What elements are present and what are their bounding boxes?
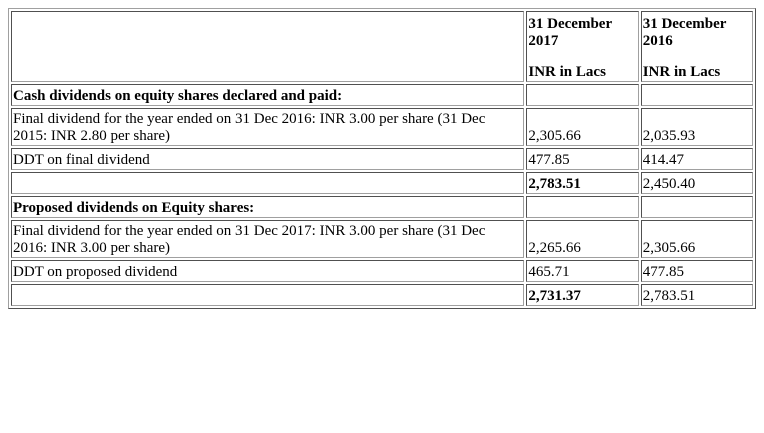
section-heading-proposed-dividends: Proposed dividends on Equity shares: [11,196,525,218]
header-2017-cell: 31 December 2017 INR in Lacs [526,11,639,82]
row-description [11,172,525,194]
table-row: Cash dividends on equity shares declared… [11,84,753,106]
row-description: Final dividend for the year ended on 31 … [11,220,525,258]
value-2016-cell: 2,305.66 [640,220,753,258]
subtotal-2017-cell: 2,783.51 [526,172,639,194]
subtotal-2017-cell: 2,731.37 [526,284,639,306]
row-description [11,284,525,306]
table-row: Final dividend for the year ended on 31 … [11,220,753,258]
value-2016-cell: 414.47 [640,148,753,170]
header-2016-unit: INR in Lacs [642,64,721,80]
value-2016-cell: 477.85 [640,260,753,282]
section-heading-cash-dividends: Cash dividends on equity shares declared… [11,84,525,106]
subtotal-2016-cell: 2,783.51 [640,284,753,306]
value-2017-cell: 477.85 [526,148,639,170]
header-2017-unit: INR in Lacs [528,64,606,80]
header-2017-line1: 31 December [528,16,613,32]
value-2016-cell [640,84,753,106]
header-2017-line2: 2017 [528,33,559,49]
row-description: DDT on final dividend [11,148,525,170]
row-description: Final dividend for the year ended on 31 … [11,108,525,146]
table-row: Final dividend for the year ended on 31 … [11,108,753,146]
value-2016-cell: 2,035.93 [640,108,753,146]
subtotal-row: 2,783.51 2,450.40 [11,172,753,194]
value-2016-cell [640,196,753,218]
table-row: DDT on final dividend 477.85 414.47 [11,148,753,170]
header-description-cell [11,11,525,82]
value-2017-cell: 2,265.66 [526,220,639,258]
table-row: Proposed dividends on Equity shares: [11,196,753,218]
header-row: 31 December 2017 INR in Lacs 31 December… [11,11,753,82]
header-2016-line2: 2016 [642,33,673,49]
value-2017-cell: 2,305.66 [526,108,639,146]
subtotal-row: 2,731.37 2,783.51 [11,284,753,306]
dividends-table: 31 December 2017 INR in Lacs 31 December… [8,8,756,309]
row-description: DDT on proposed dividend [11,260,525,282]
subtotal-2016-cell: 2,450.40 [640,172,753,194]
value-2017-cell [526,84,639,106]
header-2016-line1: 31 December [642,16,727,32]
table-row: DDT on proposed dividend 465.71 477.85 [11,260,753,282]
header-2016-cell: 31 December 2016 INR in Lacs [640,11,753,82]
value-2017-cell: 465.71 [526,260,639,282]
value-2017-cell [526,196,639,218]
